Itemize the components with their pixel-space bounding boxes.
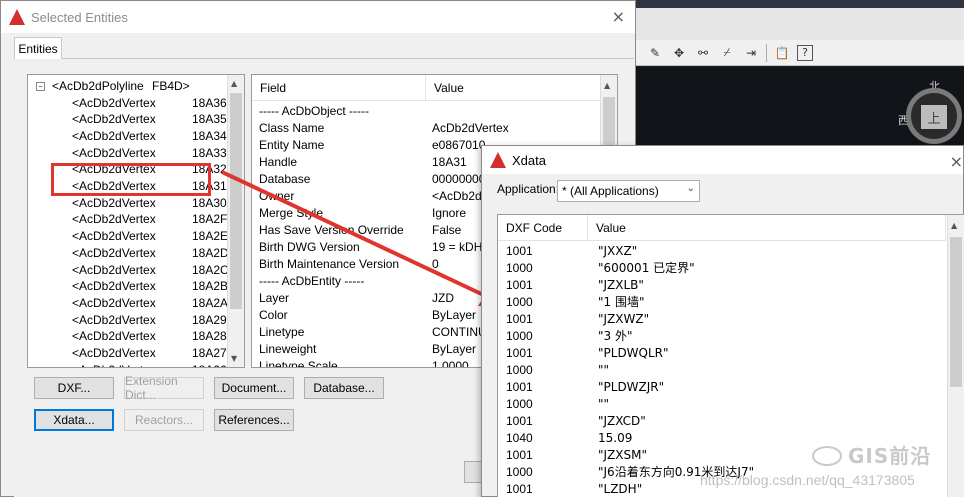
xdata-code-cell[interactable]: 1000 bbox=[506, 293, 533, 310]
xdata-value-cell[interactable]: 15.09 bbox=[598, 429, 632, 446]
xdata-code-cell[interactable]: 1001 bbox=[506, 446, 533, 463]
xdata-scrollbar[interactable]: ▲ bbox=[947, 215, 964, 497]
xdata-value-cell[interactable]: "" bbox=[598, 361, 609, 378]
xdata-value-cell[interactable]: "JZXWZ" bbox=[598, 310, 649, 327]
xdata-value-cell[interactable]: "JXXZ" bbox=[598, 242, 637, 259]
xdata-dialog-title: Xdata bbox=[512, 152, 546, 168]
xdata-value-cell[interactable]: "" bbox=[598, 395, 609, 412]
xdata-value-cell[interactable]: "JZXLB" bbox=[598, 276, 644, 293]
xdata-value-cell[interactable]: "1 围墙" bbox=[598, 293, 645, 310]
xdata-value-cell[interactable]: "JZXCD" bbox=[598, 412, 646, 429]
xdata-value-cell[interactable]: "JZXSM" bbox=[598, 446, 647, 463]
watermark-url: https://blog.csdn.net/qq_43173805 bbox=[700, 472, 915, 488]
watermark-brand: GIS前沿 bbox=[848, 444, 932, 468]
xdata-code-cell[interactable]: 1001 bbox=[506, 480, 533, 497]
xdata-code-cell[interactable]: 1000 bbox=[506, 395, 533, 412]
xdata-value-cell[interactable]: "3 外" bbox=[598, 327, 633, 344]
xdata-code-cell[interactable]: 1001 bbox=[506, 276, 533, 293]
xdata-value-cell[interactable]: "PLDWZJR" bbox=[598, 378, 664, 395]
xdata-code-cell[interactable]: 1001 bbox=[506, 242, 533, 259]
xdata-value-cell[interactable]: "LZDH" bbox=[598, 480, 642, 497]
application-select[interactable]: * (All Applications) ⌄ bbox=[557, 180, 700, 202]
chevron-down-icon: ⌄ bbox=[686, 183, 695, 194]
xdata-code-cell[interactable]: 1000 bbox=[506, 259, 533, 276]
xdata-code-cell[interactable]: 1001 bbox=[506, 344, 533, 361]
autocad-app-icon bbox=[490, 152, 506, 168]
scroll-thumb[interactable] bbox=[950, 237, 962, 387]
xdata-code-cell[interactable]: 1000 bbox=[506, 327, 533, 344]
application-select-value: * (All Applications) bbox=[562, 184, 659, 198]
xdata-code-cell[interactable]: 1001 bbox=[506, 310, 533, 327]
column-header-dxf-code[interactable]: DXF Code bbox=[498, 215, 588, 241]
wechat-logo-icon bbox=[812, 446, 842, 466]
xdata-code-cell[interactable]: 1000 bbox=[506, 361, 533, 378]
xdata-code-cell[interactable]: 1040 bbox=[506, 429, 533, 446]
xdata-titlebar[interactable]: Xdata × bbox=[482, 146, 963, 174]
scroll-up-icon[interactable]: ▲ bbox=[951, 221, 957, 230]
xdata-code-cell[interactable]: 1000 bbox=[506, 463, 533, 480]
xdata-code-cell[interactable]: 1001 bbox=[506, 412, 533, 429]
column-header-value[interactable]: Value bbox=[588, 215, 946, 241]
xdata-code-cell[interactable]: 1001 bbox=[506, 378, 533, 395]
close-icon[interactable]: × bbox=[950, 152, 963, 171]
xdata-value-cell[interactable]: "PLDWQLR" bbox=[598, 344, 669, 361]
xdata-value-cell[interactable]: "600001 已定界" bbox=[598, 259, 695, 276]
application-label: Application: bbox=[497, 182, 560, 196]
